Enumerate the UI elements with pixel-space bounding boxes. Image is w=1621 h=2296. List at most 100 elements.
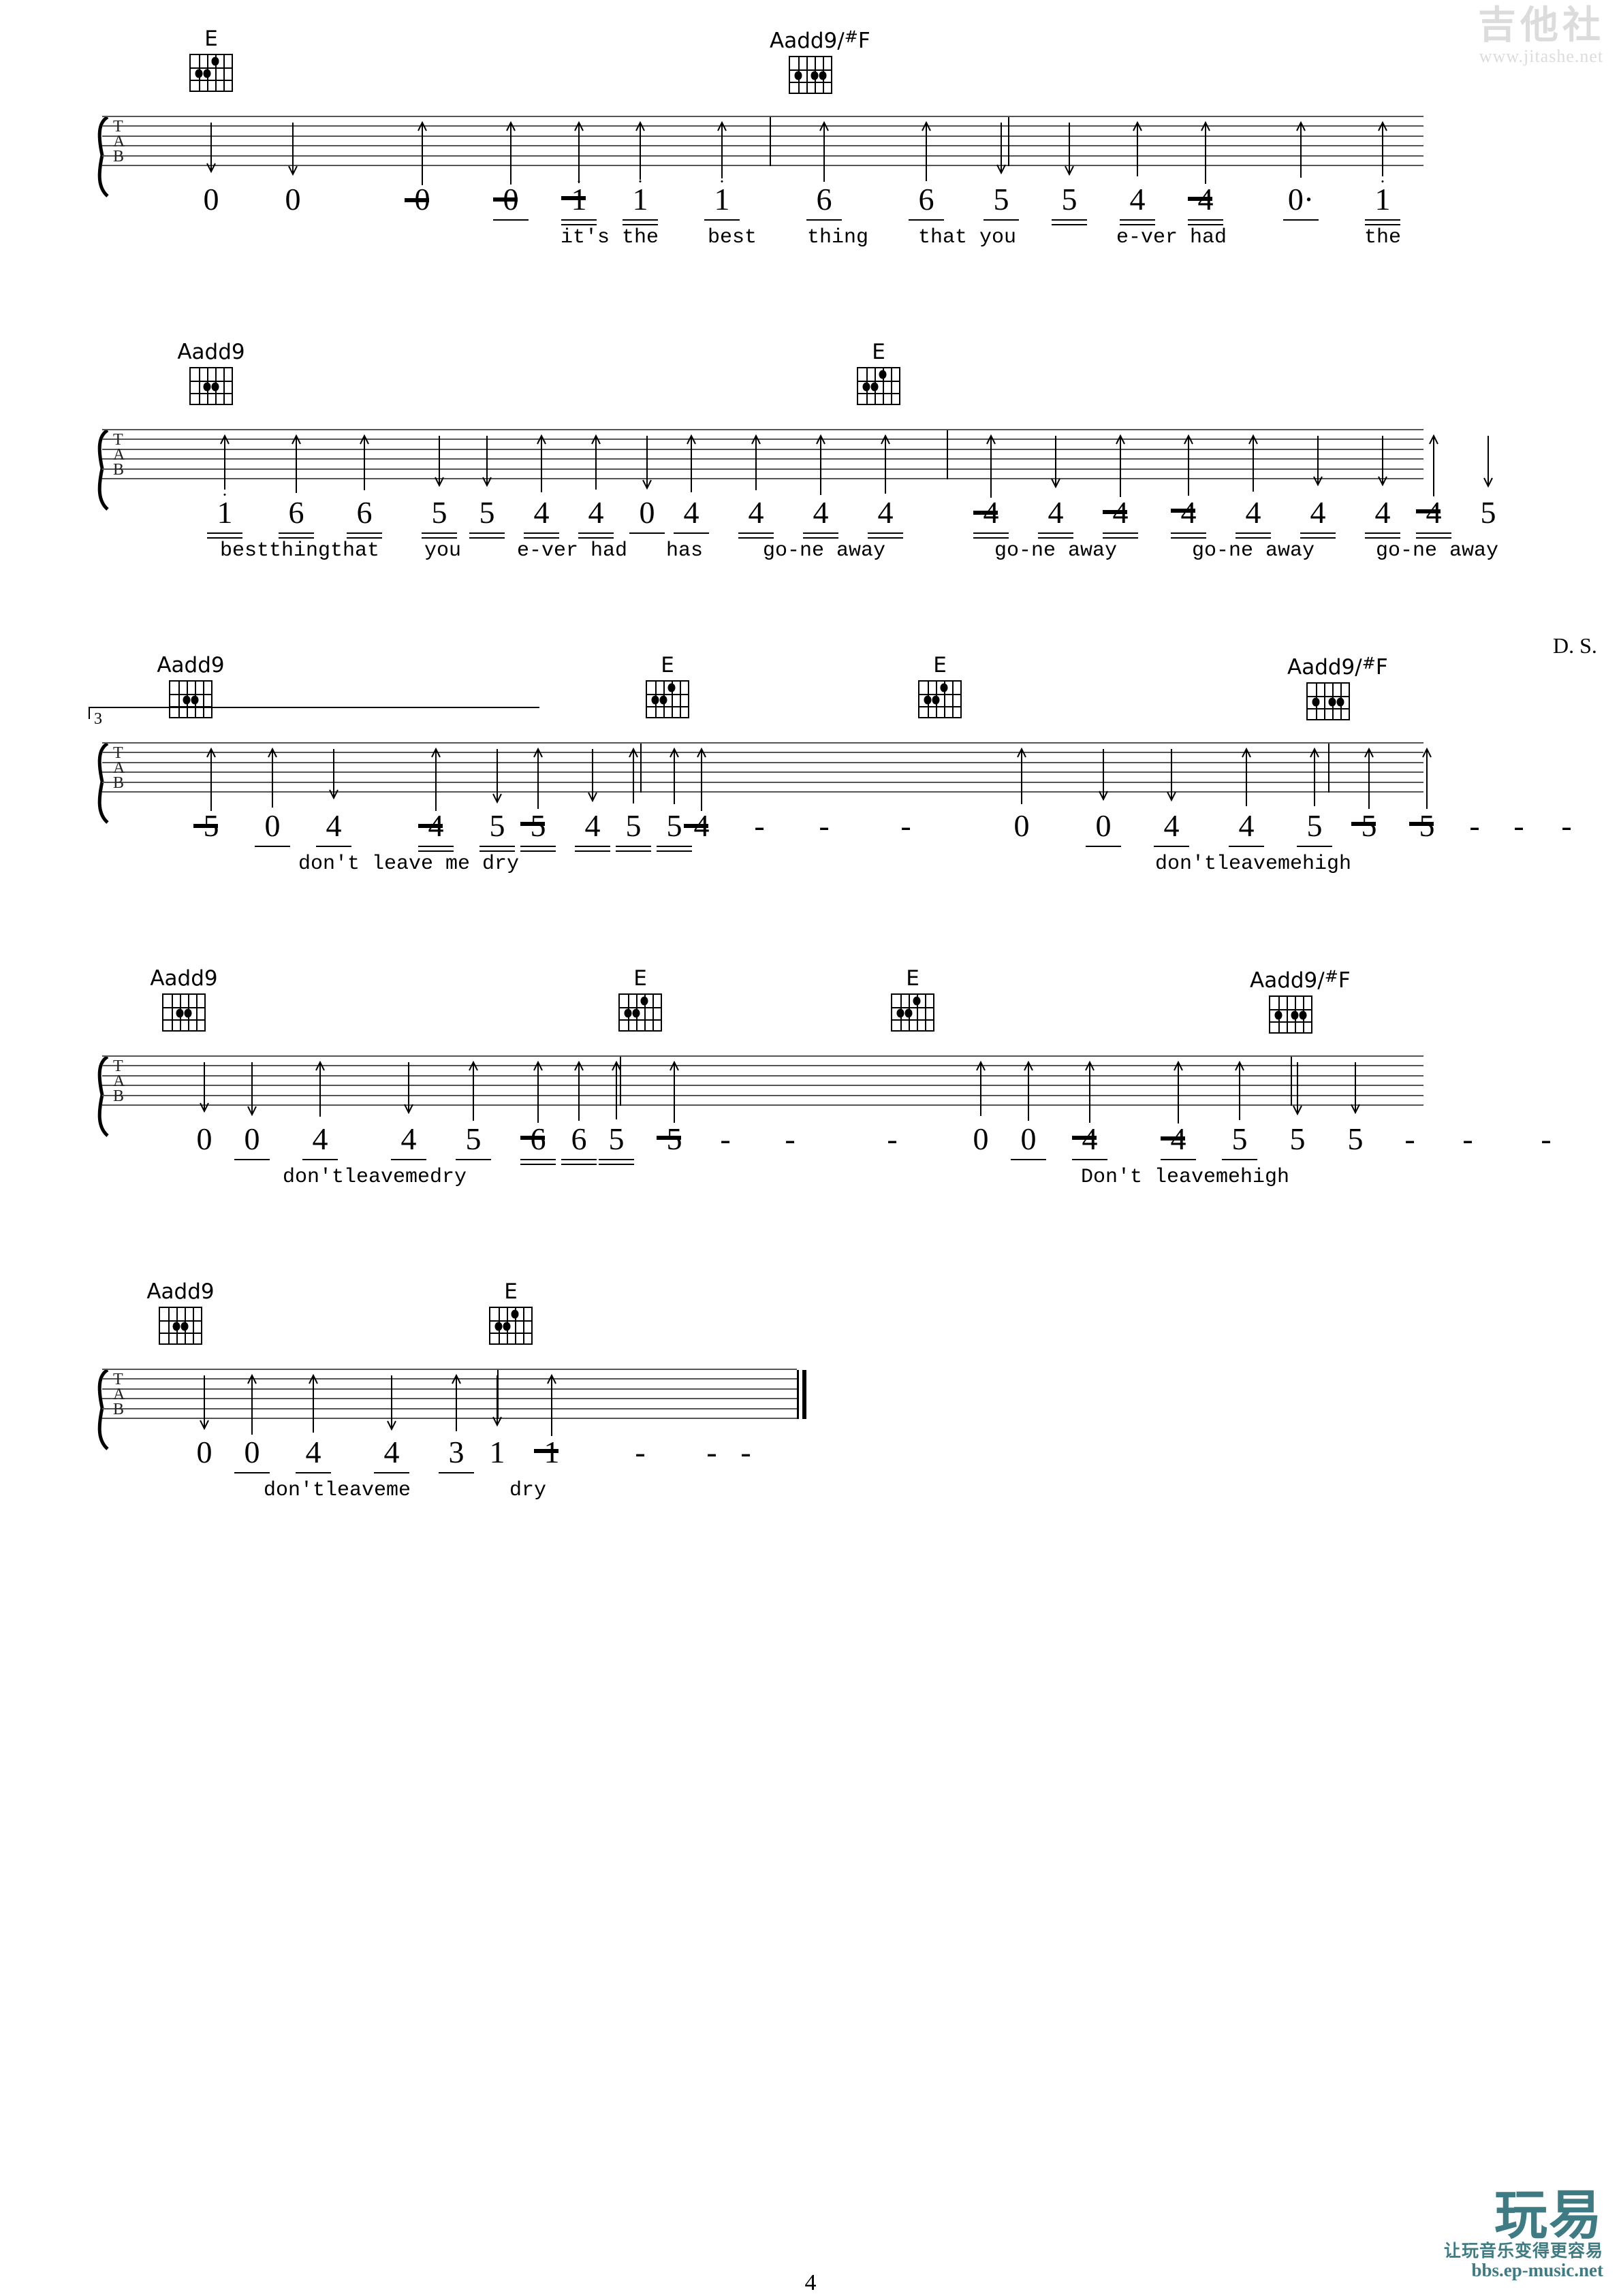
staff-line — [102, 752, 1423, 753]
note-beam — [868, 532, 903, 534]
jianpu-note: 4 — [1245, 495, 1261, 530]
staff-line — [102, 145, 1423, 146]
jianpu-note: 5 — [203, 808, 219, 843]
chord-fret-line — [620, 1019, 661, 1021]
staff-line — [102, 1398, 797, 1399]
jianpu-note: 5 — [1347, 1121, 1364, 1156]
note-beam — [524, 537, 559, 539]
tab-staff: TAB — [102, 429, 1493, 515]
system-body: Aadd9 E T A B 0 0 4 4 3 1 1- - - don'tleaveme dry — [97, 1281, 806, 1512]
chord-string-line — [523, 1308, 524, 1343]
chord-diagram-E: E — [872, 968, 954, 1032]
note-beam — [469, 532, 505, 534]
lyric-syllable: the — [1364, 226, 1402, 249]
jianpu-note: 0 — [285, 182, 301, 217]
chord-finger-dot — [651, 695, 659, 705]
jianpu-note: 5 — [465, 1121, 482, 1156]
numbered-notation-row: 1 · 6 6 5 5 4 4 0 4 4 4 4 4 4 4 4 4 4 4 4 5 — [102, 486, 1496, 539]
note-beam — [316, 846, 351, 847]
lyric-syllable: that you — [917, 226, 1017, 249]
jianpu-note: 5 — [1419, 808, 1435, 843]
octave-dot-icon: · — [1379, 172, 1386, 191]
note-beam — [629, 532, 665, 534]
chord-fret-line — [858, 393, 899, 394]
chord-finger-dot — [503, 1322, 511, 1331]
jianpu-note: 4 — [1238, 808, 1255, 843]
chord-name-label: Aadd9 — [150, 966, 218, 991]
chord-diagram-grid — [169, 680, 213, 718]
staff-line — [102, 1378, 797, 1380]
chord-name-label: Aadd9/#F — [770, 27, 870, 53]
chord-name-label: Aadd9/#F — [1287, 654, 1388, 680]
note-beam — [561, 1164, 597, 1165]
note-beam — [347, 532, 382, 534]
jianpu-note: 4 — [400, 1121, 417, 1156]
note-beam — [469, 537, 505, 539]
chord-string-line — [1324, 684, 1325, 719]
chord-string-line — [178, 682, 180, 717]
chord-finger-dot — [659, 695, 667, 705]
chord-string-line — [952, 682, 954, 717]
note-beam — [1222, 1159, 1257, 1160]
note-beam — [1365, 532, 1400, 534]
jianpu-note: 0 — [414, 182, 430, 217]
chord-finger-dot — [211, 57, 219, 66]
jianpu-note: 0 — [203, 182, 219, 217]
chord-fret-line — [163, 1007, 204, 1008]
note-beam — [973, 532, 1009, 534]
chord-fret-line — [191, 80, 232, 81]
jianpu-note: 4 — [305, 1435, 321, 1469]
jianpu-note: 5 — [479, 495, 495, 530]
chord-string-line — [196, 995, 198, 1030]
lyric-syllable: don't leave me dry — [298, 852, 520, 876]
chord-fret-line — [490, 1333, 531, 1334]
jianpu-note: - — [819, 808, 830, 843]
rehearsal-mark-label: 3 — [94, 710, 102, 728]
system-2: Aadd9 E T A B 1 · 6 6 5 5 4 4 0 4 4 4 4 4 4 4 4 4 4 4 4 5 bestthing… — [97, 342, 1597, 658]
jianpu-note: 4 — [588, 495, 604, 530]
note-beam — [1052, 219, 1087, 221]
lyric-syllable: go-ne away — [994, 539, 1118, 562]
jianpu-note: 4 — [683, 495, 699, 530]
jianpu-note: 4 — [1082, 1121, 1098, 1156]
system-body: Aadd9 E E Aadd9/#F T A B 0 0 4 4 5 6 6 5 5- - -0 0 4 4 5 5 5- - -… — [97, 968, 1552, 1198]
lyric-syllable: best — [707, 226, 757, 249]
jianpu-note: - — [740, 1435, 751, 1469]
note-beam — [1171, 537, 1206, 539]
chord-finger-dot — [913, 996, 921, 1006]
staff-line — [102, 135, 1423, 137]
lyrics-row: don'tleaveme dry — [102, 1480, 797, 1512]
chord-finger-dot — [176, 1008, 184, 1018]
jianpu-note: 4 — [533, 495, 550, 530]
chord-finger-dot — [819, 71, 827, 80]
chord-name-label: Aadd9 — [177, 340, 245, 364]
chord-finger-dot — [211, 382, 219, 392]
note-beam — [279, 537, 314, 539]
staff-line — [102, 155, 1423, 157]
staff-line — [102, 1095, 1423, 1096]
numbered-notation-row: 0 0 0 0 1 · 1 · 1 · 6 6 5 5 4 4 0· 1 · — [102, 173, 1423, 225]
jianpu-note: - — [1513, 808, 1524, 843]
note-beam — [374, 1472, 409, 1473]
note-beam — [738, 537, 774, 539]
chord-fret-line — [790, 69, 831, 71]
lyric-syllable: dry — [509, 1479, 547, 1502]
chord-diagram-grid — [1306, 682, 1350, 720]
lyric-syllable: it's the — [560, 226, 659, 249]
note-beam — [657, 846, 692, 847]
note-beam — [983, 219, 1019, 221]
note-beam — [1365, 224, 1400, 225]
chord-diagram-Aadd9: Aadd9 — [143, 968, 225, 1032]
chord-fret-line — [160, 1333, 201, 1334]
jianpu-note: 5 — [625, 808, 642, 843]
chord-finger-dot — [191, 695, 199, 705]
jianpu-note: 4 — [428, 808, 444, 843]
lyric-syllable: you — [424, 539, 462, 562]
chord-finger-dot — [870, 382, 879, 392]
note-beam — [1300, 532, 1336, 534]
jianpu-note: 4 — [584, 808, 601, 843]
staff-line — [102, 468, 1423, 470]
note-beam — [704, 219, 740, 221]
jianpu-note: 0 — [1020, 1121, 1037, 1156]
chord-diagram-E: E — [838, 342, 919, 405]
